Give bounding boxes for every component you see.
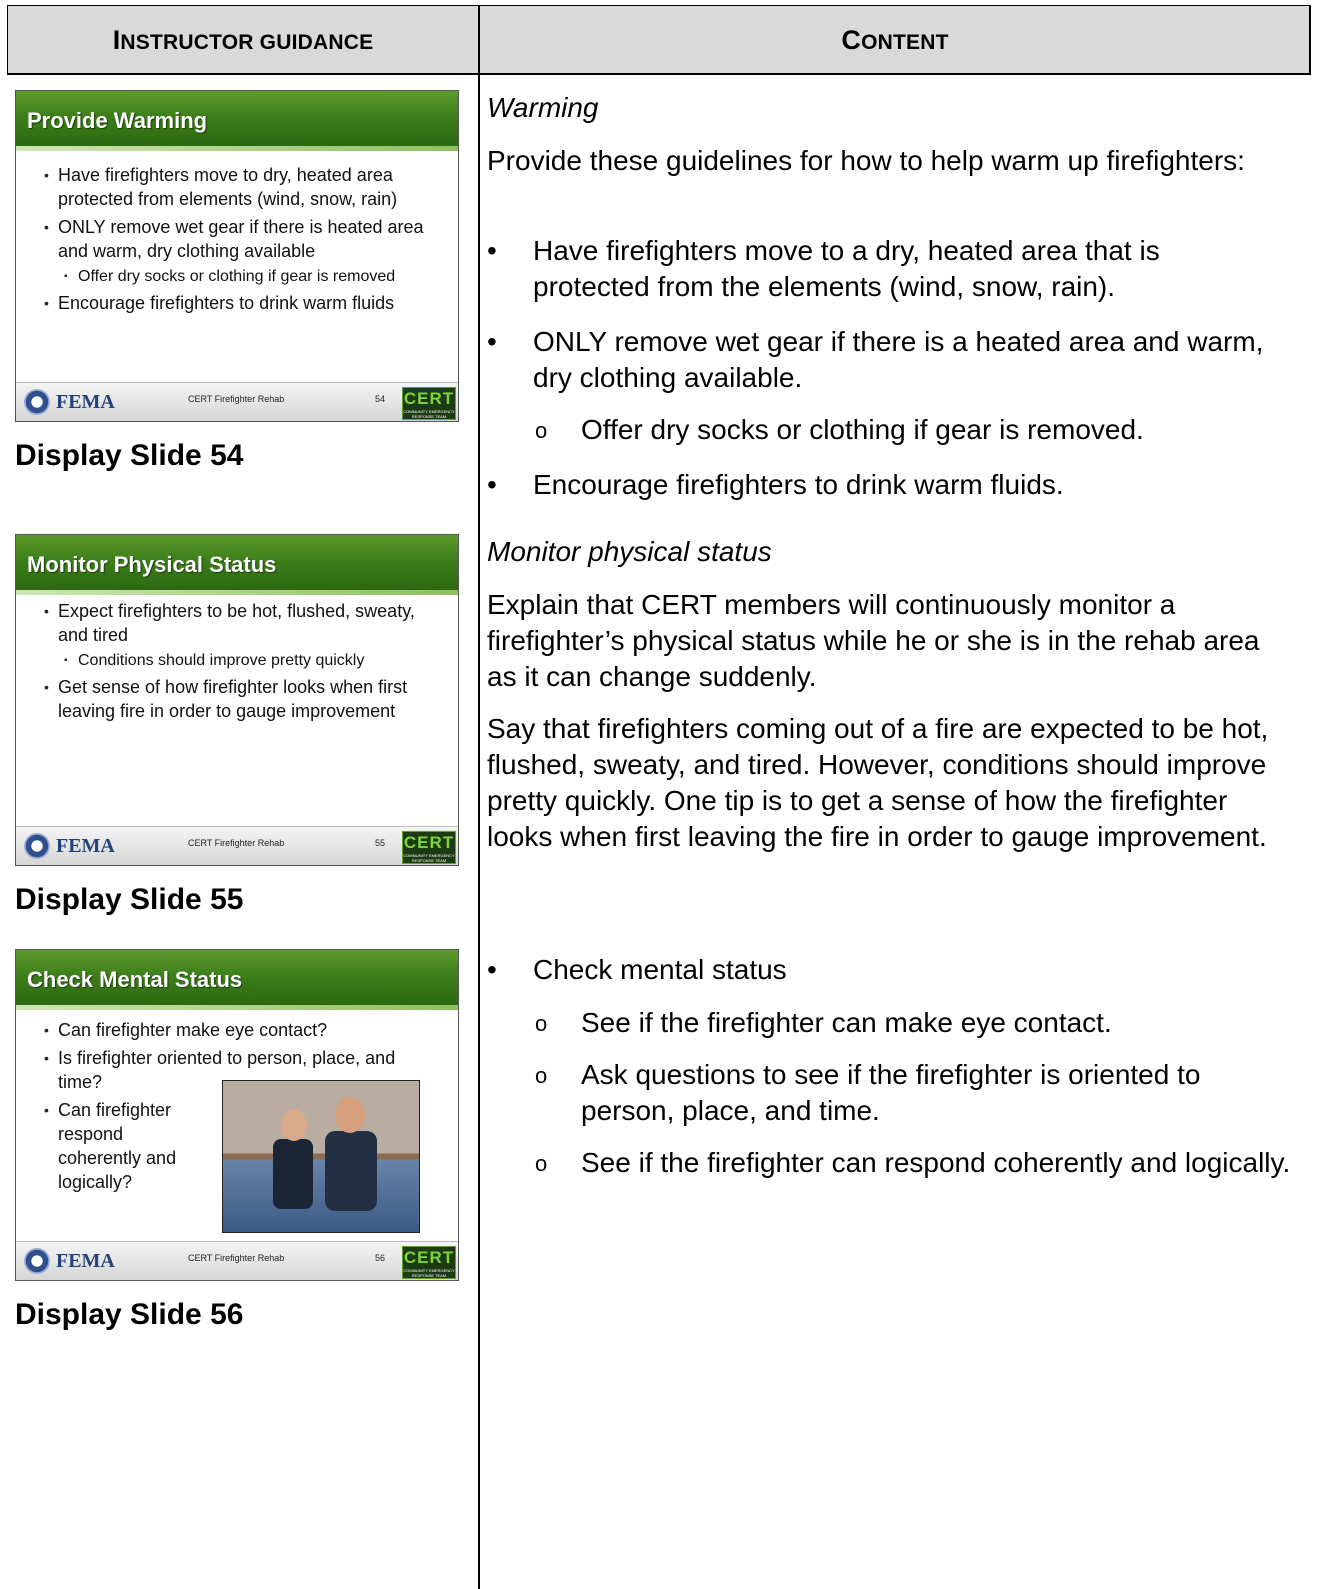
- slide-title-band: [16, 590, 458, 595]
- slide-thumbnail-56: Check Mental Status Can firefighter make…: [15, 949, 459, 1281]
- slide-bullet: ONLY remove wet gear if there is heated …: [44, 215, 444, 263]
- slide-bullet: Expect firefighters to be hot, flushed, …: [44, 599, 444, 647]
- slide-bullet: Have firefighters move to dry, heated ar…: [44, 163, 444, 211]
- header-instructor-guidance: INSTRUCTOR GUIDANCE: [112, 25, 374, 55]
- fema-logo-text: FEMA: [56, 835, 115, 857]
- slide-sub-bullet: Conditions should improve pretty quickly: [44, 651, 444, 671]
- slide-title: Provide Warming: [16, 91, 458, 146]
- slide-bullet: Can firefighter respond coherently and l…: [44, 1098, 208, 1194]
- slide-number: 56: [375, 1253, 386, 1263]
- sub-bullet-marker: o: [535, 1151, 548, 1176]
- fema-logo-text: FEMA: [56, 391, 115, 413]
- sub-bullet-marker: o: [535, 1011, 548, 1036]
- sub-bullet-marker: o: [535, 418, 548, 443]
- dhs-seal-icon: [24, 389, 50, 415]
- slide-title: Monitor Physical Status: [16, 535, 458, 590]
- paragraph: Say that firefighters coming out of a fi…: [487, 713, 1269, 852]
- slide-footer-title: CERT Firefighter Rehab: [188, 838, 285, 848]
- bullet-marker: •: [487, 326, 497, 357]
- slide-bullet: Get sense of how firefighter looks when …: [44, 675, 444, 723]
- bullet-marker: •: [487, 954, 497, 985]
- slide-bullet: Can firefighter make eye contact?: [44, 1018, 444, 1042]
- table-left-border: [7, 5, 8, 75]
- slide-bullet-list: Have firefighters move to dry, heated ar…: [44, 163, 444, 319]
- display-slide-label: Display Slide 56: [15, 1298, 244, 1331]
- slide-title-band: [16, 1005, 458, 1010]
- cert-logo: CERT COMMUNITY EMERGENCY RESPONSE TEAM: [402, 387, 456, 420]
- column-divider: [478, 5, 480, 1589]
- bullet-marker: •: [487, 235, 497, 266]
- paragraph: Provide these guidelines for how to help…: [487, 145, 1245, 176]
- section-heading-physical-status: Monitor physical status: [487, 536, 772, 567]
- paragraph: Explain that CERT members will continuou…: [487, 589, 1260, 692]
- slide-thumbnail-55: Monitor Physical Status Expect firefight…: [15, 534, 459, 866]
- bullet-marker: •: [487, 469, 497, 500]
- cert-logo: CERT COMMUNITY EMERGENCY RESPONSE TEAM: [402, 831, 456, 864]
- slide-footer-title: CERT Firefighter Rehab: [188, 394, 285, 404]
- slide-title: Check Mental Status: [16, 950, 458, 1005]
- display-slide-label: Display Slide 55: [15, 883, 244, 916]
- fema-logo-text: FEMA: [56, 1250, 115, 1272]
- photo-figure: [273, 1139, 313, 1209]
- slide-sub-bullet: Offer dry socks or clothing if gear is r…: [44, 267, 444, 287]
- slide-footer: FEMA CERT Firefighter Rehab 54 CERT COMM…: [16, 382, 458, 421]
- photo-figure: [281, 1109, 307, 1141]
- header-content: CONTENT: [841, 25, 949, 55]
- slide-footer: FEMA CERT Firefighter Rehab 56 CERT COMM…: [16, 1241, 458, 1280]
- section-heading-warming: Warming: [487, 92, 599, 123]
- photo-figure: [335, 1097, 365, 1133]
- slide-title-band: [16, 146, 458, 151]
- slide-footer: FEMA CERT Firefighter Rehab 55 CERT COMM…: [16, 826, 458, 865]
- slide-photo: [222, 1080, 420, 1233]
- display-slide-label: Display Slide 54: [15, 439, 244, 472]
- slide-thumbnail-54: Provide Warming Have firefighters move t…: [15, 90, 459, 422]
- dhs-seal-icon: [24, 1248, 50, 1274]
- photo-figure: [325, 1131, 377, 1211]
- cert-logo: CERT COMMUNITY EMERGENCY RESPONSE TEAM: [402, 1246, 456, 1279]
- slide-number: 54: [375, 394, 386, 404]
- sub-bullet-marker: o: [535, 1063, 548, 1088]
- dhs-seal-icon: [24, 833, 50, 859]
- slide-number: 55: [375, 838, 386, 848]
- slide-footer-title: CERT Firefighter Rehab: [188, 1253, 285, 1263]
- slide-bullet: Encourage firefighters to drink warm flu…: [44, 291, 444, 315]
- header-bottom-rule: [7, 73, 1310, 75]
- slide-bullet-list: Expect firefighters to be hot, flushed, …: [44, 599, 444, 727]
- table-right-border: [1309, 5, 1310, 75]
